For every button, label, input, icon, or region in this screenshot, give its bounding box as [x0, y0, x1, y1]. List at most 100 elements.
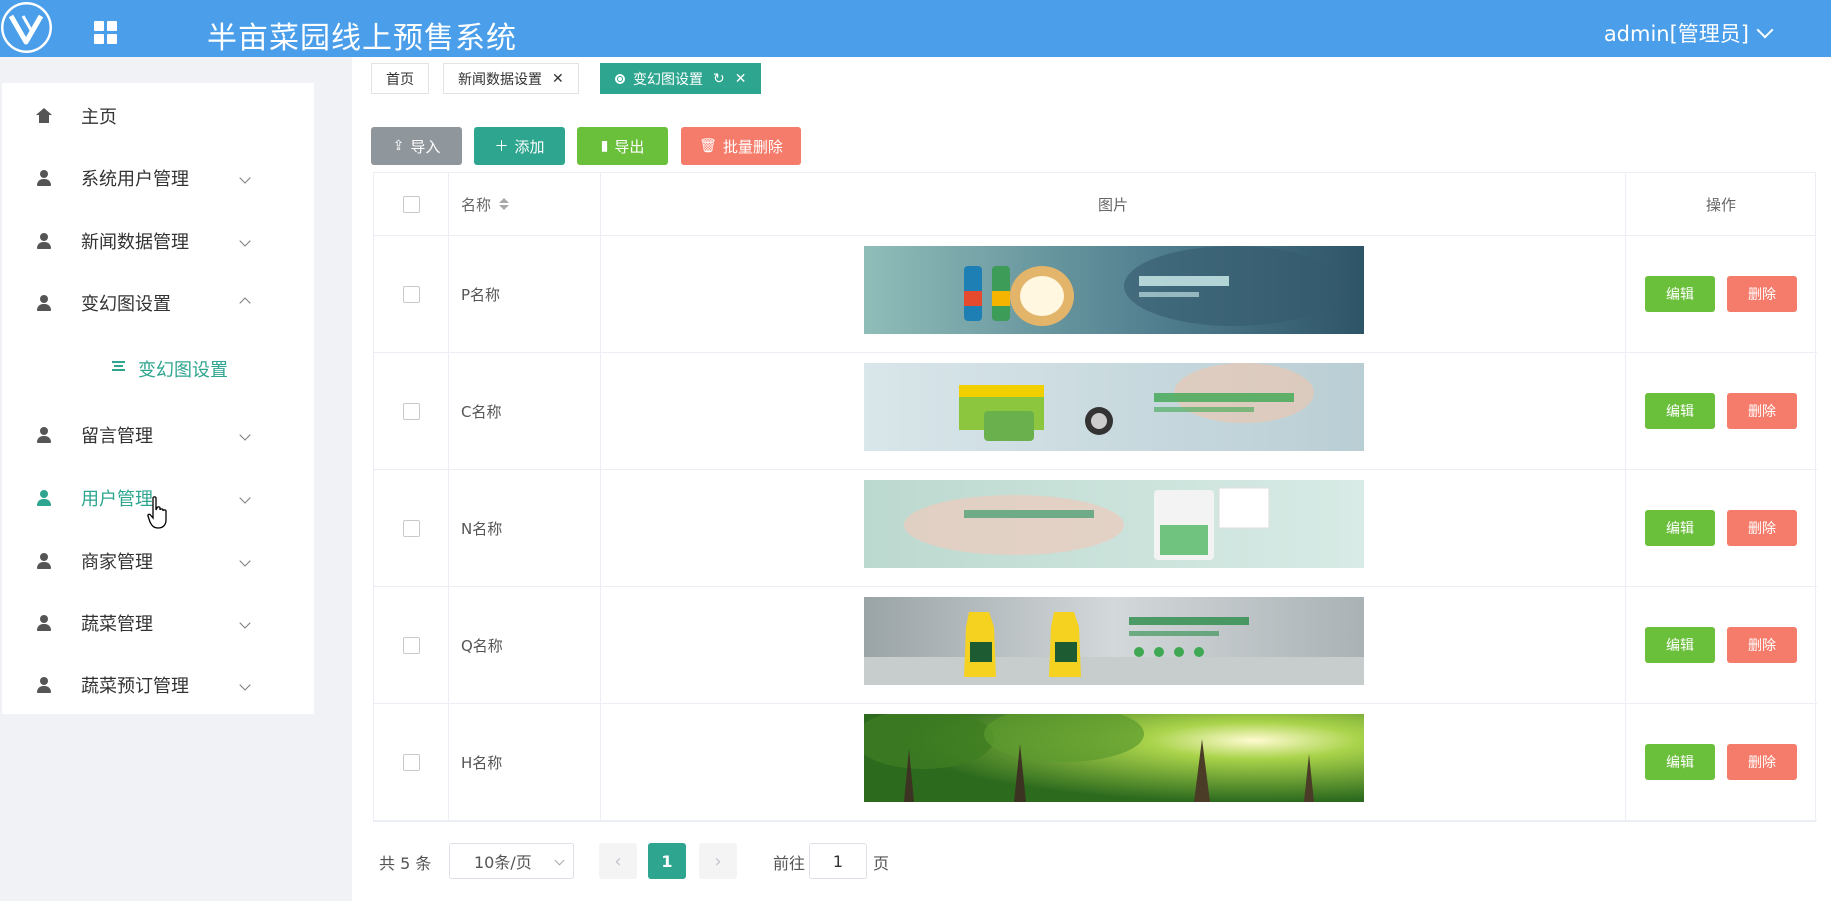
close-icon[interactable]: ✕: [735, 71, 747, 87]
edit-label: 编辑: [1666, 521, 1694, 537]
sidebar-item-system-users[interactable]: 系统用户管理: [2, 148, 314, 208]
sidebar: 主页 系统用户管理 新闻数据管理 变幻图设置 变幻图设置 留言管理 用户管理 商…: [2, 83, 314, 714]
header-name[interactable]: 名称: [449, 173, 601, 236]
chevron-down-icon: [239, 172, 251, 184]
tab-news-settings[interactable]: 新闻数据设置 ✕: [443, 63, 579, 94]
chevron-down-icon: [239, 492, 251, 504]
chevron-right-icon: ›: [714, 850, 722, 872]
row-checkbox[interactable]: [402, 637, 420, 654]
add-button[interactable]: ＋ 添加: [474, 127, 565, 165]
row-name-cell: C名称: [449, 353, 601, 470]
sidebar-item-vegetables[interactable]: 蔬菜管理: [2, 593, 314, 653]
header-action: 操作: [1626, 173, 1816, 236]
table-row: Q名称 编辑 删除: [374, 587, 1817, 704]
user-icon: [36, 170, 52, 186]
delete-button[interactable]: 删除: [1727, 510, 1797, 546]
row-checkbox[interactable]: [402, 286, 420, 303]
edit-button[interactable]: 编辑: [1645, 276, 1715, 312]
edit-button[interactable]: 编辑: [1645, 393, 1715, 429]
next-page-button[interactable]: ›: [699, 843, 737, 879]
prev-page-button[interactable]: ‹: [599, 843, 637, 879]
row-checkbox[interactable]: [402, 403, 420, 420]
row-image-cell: [601, 470, 1626, 587]
chevron-down-icon: [239, 617, 251, 629]
edit-button[interactable]: 编辑: [1645, 627, 1715, 663]
table-row: P名称 编辑 删除: [374, 236, 1817, 353]
close-icon[interactable]: ✕: [552, 71, 564, 87]
page-number: 1: [661, 851, 673, 871]
delete-button[interactable]: 删除: [1727, 393, 1797, 429]
delete-label: 删除: [1748, 521, 1776, 537]
add-label: 添加: [514, 137, 545, 156]
select-all-checkbox[interactable]: [402, 195, 420, 213]
row-image-cell: [601, 236, 1626, 353]
sidebar-subitem-carousel-settings[interactable]: 变幻图设置: [2, 336, 314, 396]
import-button[interactable]: ⇪ 导入: [371, 127, 462, 165]
sidebar-subitem-label: 变幻图设置: [138, 360, 228, 381]
bar-chart-icon: ▮: [600, 138, 609, 154]
app-title: 半亩菜园线上预售系统: [207, 21, 517, 56]
import-label: 导入: [410, 137, 441, 156]
page-size-select[interactable]: 10条/页: [449, 843, 574, 879]
user-icon: [36, 615, 52, 631]
row-name-cell: H名称: [449, 704, 601, 821]
row-name: H名称: [461, 754, 503, 772]
import-icon: ⇪: [392, 138, 405, 154]
edit-label: 编辑: [1666, 638, 1694, 654]
sidebar-item-label: 新闻数据管理: [81, 232, 189, 253]
home-icon: [36, 108, 52, 124]
refresh-icon[interactable]: ↻: [713, 71, 725, 87]
page-number-button[interactable]: 1: [648, 843, 686, 879]
page-suffix: 页: [873, 854, 890, 873]
edit-button[interactable]: 编辑: [1645, 744, 1715, 780]
sidebar-item-home[interactable]: 主页: [2, 86, 314, 146]
app-logo: [1, 2, 52, 53]
edit-label: 编辑: [1666, 755, 1694, 771]
user-menu[interactable]: admin[管理员]: [1604, 18, 1774, 48]
sidebar-item-label: 蔬菜预订管理: [81, 676, 189, 697]
row-checkbox[interactable]: [402, 520, 420, 537]
batch-delete-label: 批量删除: [722, 137, 783, 156]
delete-label: 删除: [1748, 755, 1776, 771]
delete-label: 删除: [1748, 638, 1776, 654]
chevron-up-icon: [239, 297, 251, 309]
row-name-cell: N名称: [449, 470, 601, 587]
sidebar-item-label: 变幻图设置: [81, 294, 171, 315]
sort-icon[interactable]: [499, 198, 510, 210]
export-button[interactable]: ▮ 导出: [577, 127, 668, 165]
sidebar-item-label: 用户管理: [81, 489, 153, 510]
tab-carousel-settings[interactable]: 变幻图设置 ↻ ✕: [600, 63, 762, 94]
header-name-label: 名称: [461, 195, 492, 214]
edit-label: 编辑: [1666, 287, 1694, 303]
header-image-label: 图片: [1097, 195, 1128, 214]
top-header: 半亩菜园线上预售系统 admin[管理员]: [0, 0, 1831, 57]
row-select-cell: [374, 236, 449, 353]
sidebar-item-label: 主页: [81, 107, 117, 128]
user-icon: [36, 677, 52, 693]
user-icon: [36, 427, 52, 443]
sidebar-item-carousel[interactable]: 变幻图设置: [2, 273, 314, 333]
sidebar-item-messages[interactable]: 留言管理: [2, 405, 314, 465]
goto-page-input[interactable]: [809, 843, 867, 879]
delete-button[interactable]: 删除: [1727, 627, 1797, 663]
user-icon: [36, 233, 52, 249]
sidebar-item-vegetable-orders[interactable]: 蔬菜预订管理: [2, 655, 314, 715]
banner-image: [864, 363, 1364, 451]
delete-button[interactable]: 删除: [1727, 744, 1797, 780]
chevron-down-icon: [239, 555, 251, 567]
delete-button[interactable]: 删除: [1727, 276, 1797, 312]
row-select-cell: [374, 353, 449, 470]
export-label: 导出: [614, 137, 645, 156]
edit-button[interactable]: 编辑: [1645, 510, 1715, 546]
row-checkbox[interactable]: [402, 754, 420, 771]
tab-home[interactable]: 首页: [371, 63, 429, 94]
sidebar-item-merchants[interactable]: 商家管理: [2, 531, 314, 591]
delete-label: 删除: [1748, 287, 1776, 303]
sidebar-item-label: 留言管理: [81, 426, 153, 447]
sidebar-item-news[interactable]: 新闻数据管理: [2, 211, 314, 271]
menu-grid-icon[interactable]: [94, 21, 118, 45]
table-row: N名称 编辑 删除: [374, 470, 1817, 587]
user-icon: [36, 553, 52, 569]
row-image-cell: [601, 353, 1626, 470]
batch-delete-button[interactable]: 🗑 批量删除: [681, 127, 801, 165]
